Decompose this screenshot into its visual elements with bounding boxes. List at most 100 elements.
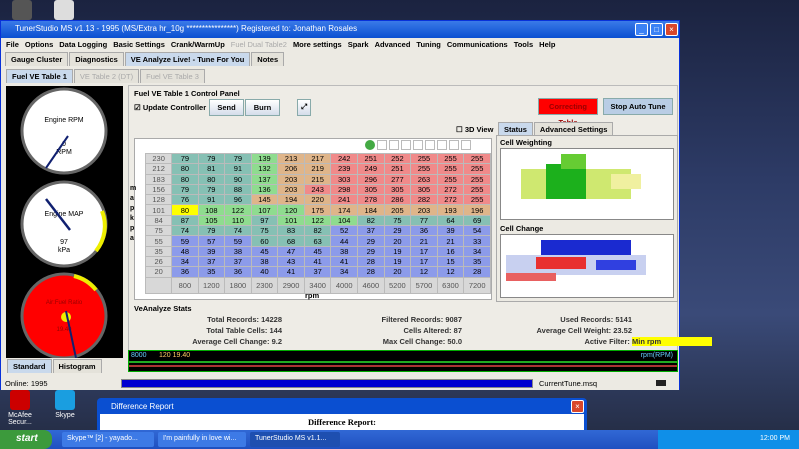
taskbar-tunerstudio[interactable]: TunerStudio MS v1.1... (250, 432, 340, 447)
ve-cell[interactable]: 41 (303, 255, 332, 268)
ve-cell[interactable]: 75 (250, 225, 279, 237)
ve-cell[interactable]: 145 (250, 194, 279, 206)
ve-cell[interactable]: 80 (171, 163, 199, 175)
ve-cell[interactable]: 12 (436, 266, 465, 278)
menu-spark[interactable]: Spark (348, 40, 369, 50)
ve-cell[interactable]: 79 (197, 183, 226, 196)
ve-cell[interactable]: 28 (357, 255, 385, 268)
ve-cell[interactable]: 21 (436, 235, 465, 247)
ve-cell[interactable]: 243 (303, 183, 332, 196)
ve-cell[interactable]: 203 (277, 183, 305, 196)
ve-cell[interactable]: 39 (197, 245, 226, 257)
ve-cell[interactable]: 96 (224, 194, 252, 206)
ve-cell[interactable]: 255 (436, 152, 465, 165)
ve-cell[interactable]: 29 (383, 225, 412, 237)
ve-cell[interactable]: 59 (171, 235, 199, 247)
ve-cell[interactable]: 12 (410, 266, 438, 278)
ve-cell[interactable]: 28 (357, 266, 385, 278)
ve-cell[interactable]: 107 (250, 204, 279, 216)
tab-fuel-ve-table-1[interactable]: Fuel VE Table 1 (6, 69, 73, 83)
multiply-icon[interactable] (449, 140, 459, 150)
ve-cell[interactable]: 255 (436, 163, 465, 175)
ve-cell[interactable]: 255 (436, 173, 465, 185)
ve-cell[interactable]: 255 (463, 183, 491, 196)
ve-cell[interactable]: 76 (171, 194, 199, 206)
ve-cell[interactable]: 136 (250, 183, 279, 196)
ve-cell[interactable]: 37 (224, 255, 252, 268)
ve-cell[interactable]: 79 (224, 152, 252, 165)
ve-cell[interactable]: 34 (463, 245, 491, 257)
start-button[interactable]: start (0, 430, 52, 449)
ve-cell[interactable]: 15 (436, 255, 465, 268)
send-button[interactable]: Send (209, 99, 244, 116)
ve-cell[interactable]: 87 (171, 214, 199, 227)
ve-cell[interactable]: 19 (383, 255, 412, 268)
desktop-icon[interactable] (44, 0, 84, 22)
ve-cell[interactable]: 241 (330, 194, 358, 206)
tab-standard[interactable]: Standard (7, 359, 52, 373)
ve-cell[interactable]: 91 (224, 163, 252, 175)
ve-cell[interactable]: 217 (303, 152, 332, 165)
tab-gauge-cluster[interactable]: Gauge Cluster (5, 52, 69, 66)
ve-cell[interactable]: 305 (383, 183, 412, 196)
ve-cell[interactable]: 255 (463, 152, 491, 165)
ve-cell[interactable]: 194 (277, 194, 305, 206)
tab-histogram[interactable]: Histogram (52, 359, 102, 373)
ve-cell[interactable]: 213 (277, 152, 305, 165)
maximize-table-icon[interactable]: ⤢ (297, 99, 311, 116)
ve-cell[interactable]: 29 (357, 245, 385, 257)
ve-cell[interactable]: 242 (330, 152, 358, 165)
ve-cell[interactable]: 101 (277, 214, 305, 227)
ve-cell[interactable]: 41 (277, 266, 305, 278)
ve-cell[interactable]: 104 (330, 214, 358, 227)
maximize-button[interactable]: □ (650, 23, 663, 36)
ve-cell[interactable]: 37 (357, 225, 385, 237)
datalog-graph[interactable]: 8000 120 19.40 rpm(RPM) (128, 350, 678, 372)
ve-cell[interactable]: 38 (224, 245, 252, 257)
ve-cell[interactable]: 29 (357, 235, 385, 247)
refresh-icon[interactable] (365, 140, 375, 150)
tab-notes[interactable]: Notes (251, 52, 285, 66)
ve-cell[interactable]: 64 (436, 214, 465, 227)
menu-help[interactable]: Help (539, 40, 555, 50)
ve-cell[interactable]: 132 (250, 163, 279, 175)
menu-tuning[interactable]: Tuning (416, 40, 440, 50)
update-controller-checkbox[interactable]: ☑ Update Controller (134, 103, 206, 112)
ve-cell[interactable]: 83 (277, 225, 305, 237)
ve-cell[interactable]: 108 (197, 204, 226, 216)
ve-cell[interactable]: 43 (277, 255, 305, 268)
ve-cell[interactable]: 33 (463, 235, 491, 247)
ve-cell[interactable]: 19 (383, 245, 412, 257)
ve-cell[interactable]: 35 (463, 255, 491, 268)
menu-basic-settings[interactable]: Basic Settings (113, 40, 165, 50)
ve-cell[interactable]: 80 (171, 173, 199, 185)
ve-cell[interactable]: 69 (463, 214, 491, 227)
menu-more-settings[interactable]: More settings (293, 40, 342, 50)
taskbar-skype[interactable]: Skype™ [2] - yayado... (62, 432, 154, 447)
tab-fuel-ve-table-3[interactable]: Fuel VE Table 3 (140, 69, 205, 83)
ve-cell[interactable]: 305 (357, 183, 385, 196)
ve-cell[interactable]: 79 (197, 152, 226, 165)
ve-cell[interactable]: 63 (303, 235, 332, 247)
ve-cell[interactable]: 45 (303, 245, 332, 257)
ve-cell[interactable]: 286 (383, 194, 412, 206)
ve-cell[interactable]: 79 (197, 225, 226, 237)
close-button[interactable]: × (665, 23, 678, 36)
decrement-icon[interactable] (413, 140, 423, 150)
dialog-close-button[interactable]: × (571, 400, 584, 413)
ve-cell[interactable]: 219 (303, 163, 332, 175)
ve-cell[interactable]: 20 (383, 235, 412, 247)
ve-cell[interactable]: 193 (436, 204, 465, 216)
ve-cell[interactable]: 36 (224, 266, 252, 278)
burn-button[interactable]: Burn (245, 99, 280, 116)
ve-cell[interactable]: 34 (330, 266, 358, 278)
ve-cell[interactable]: 80 (171, 204, 199, 216)
ve-cell[interactable]: 263 (410, 173, 438, 185)
ve-cell[interactable]: 220 (303, 194, 332, 206)
ve-cell[interactable]: 303 (330, 173, 358, 185)
ve-cell[interactable]: 278 (357, 194, 385, 206)
ve-cell[interactable]: 255 (463, 163, 491, 175)
ve-cell[interactable]: 282 (410, 194, 438, 206)
desktop-icon-mcafee[interactable]: McAfee Secur... (0, 390, 40, 426)
ve-cell[interactable]: 48 (171, 245, 199, 257)
